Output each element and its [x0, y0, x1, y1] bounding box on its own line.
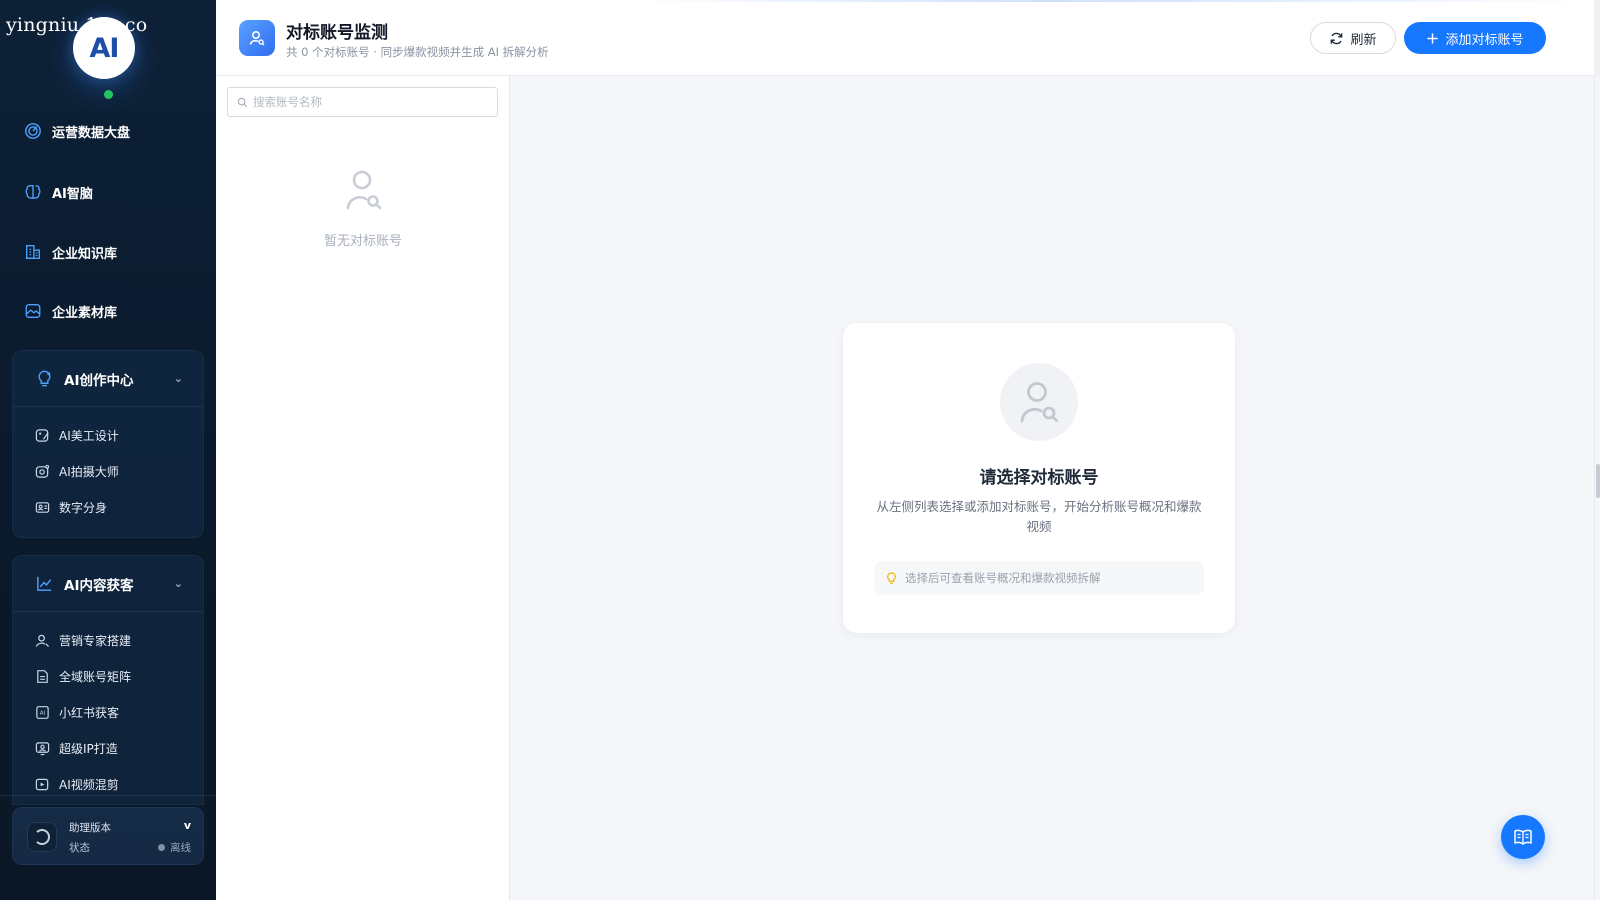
nav-label: 运营数据大盘	[52, 125, 131, 141]
header-scrollbar	[1594, 0, 1600, 76]
image-icon	[25, 304, 41, 318]
sidebar-item-label: AI视频混剪	[59, 777, 119, 792]
scrollbar-thumb[interactable]	[1596, 464, 1600, 498]
xiaohongshu-icon: AI	[36, 705, 49, 719]
bulb-icon	[38, 370, 51, 387]
nav-label: 企业知识库	[52, 246, 118, 262]
trend-chart-icon	[37, 576, 52, 591]
empty-state-card: 请选择对标账号 从左侧列表选择或添加对标账号，开始分析账号概况和爆款视频 选择后…	[843, 323, 1235, 633]
nav-group-ai-creation: AI创作中心 ⌄ AI美工设计 AI拍摄大师 数字分身	[12, 350, 204, 538]
empty-avatar	[1000, 363, 1078, 441]
version-card[interactable]: 助理版本 状态 v 离线	[12, 807, 204, 865]
version-label: 助理版本	[69, 822, 111, 834]
refresh-icon	[1331, 32, 1343, 44]
video-icon	[35, 778, 49, 790]
nav-item-knowledge-base[interactable]: 企业知识库	[24, 240, 117, 264]
sidebar-item-super-ip[interactable]: 超级IP打造	[13, 730, 203, 766]
sidebar-item-digital-avatar[interactable]: 数字分身	[13, 489, 203, 525]
account-monitor-icon	[239, 20, 275, 56]
search-input[interactable]	[253, 95, 483, 109]
logo-text: AI	[89, 32, 120, 64]
palette-icon	[35, 428, 49, 442]
sidebar-item-ai-design[interactable]: AI美工设计	[13, 417, 203, 453]
sidebar-item-ai-video-edit[interactable]: AI视频混剪	[13, 766, 203, 802]
sidebar-item-label: 超级IP打造	[59, 741, 118, 756]
sidebar-item-label: 数字分身	[59, 500, 108, 515]
nav-item-material-library[interactable]: 企业素材库	[24, 299, 117, 323]
sidebar-item-label: 全域账号矩阵	[59, 669, 132, 684]
sidebar-item-marketing-expert[interactable]: 营销专家搭建	[13, 622, 203, 658]
tip-banner: 选择后可查看账号概况和爆款视频拆解	[874, 561, 1204, 595]
search-box[interactable]	[227, 87, 498, 117]
chevron-down-icon[interactable]: ⌄	[174, 372, 183, 385]
sidebar-item-account-matrix[interactable]: 全域账号矩阵	[13, 658, 203, 694]
sidebar-item-ai-photo[interactable]: AI拍摄大师	[13, 453, 203, 489]
svg-text:AI: AI	[40, 710, 46, 716]
loading-spinner-icon	[27, 822, 57, 852]
nav-group-title: AI创作中心	[64, 372, 134, 389]
top-accent-line	[216, 0, 1600, 2]
sidebar-item-label: AI美工设计	[59, 428, 119, 443]
status-label: 状态	[69, 842, 90, 854]
user-search-icon	[1020, 382, 1058, 423]
lightbulb-icon	[887, 571, 896, 584]
version-value: v	[183, 819, 191, 832]
page-subtitle: 共 0 个对标账号 · 同步爆款视频并生成 AI 拆解分析	[286, 45, 549, 59]
add-account-label: 添加对标账号	[1445, 32, 1524, 48]
sidebar-divider	[0, 795, 216, 796]
camera-icon	[35, 464, 50, 478]
sidebar-item-label: AI拍摄大师	[59, 464, 119, 479]
ip-icon	[35, 741, 50, 755]
main-content: 请选择对标账号 从左侧列表选择或添加对标账号，开始分析账号概况和爆款视频 选择后…	[511, 76, 1594, 900]
add-account-button[interactable]: 添加对标账号	[1404, 22, 1546, 54]
nav-group-header-ai-content[interactable]: AI内容获客 ⌄	[13, 556, 203, 612]
document-icon	[37, 669, 48, 683]
digital-avatar-icon	[35, 501, 50, 513]
tip-text: 选择后可查看账号概况和爆款视频拆解	[905, 571, 1101, 585]
brain-icon	[25, 185, 41, 200]
online-status-dot	[104, 90, 113, 99]
empty-state-title: 请选择对标账号	[979, 468, 1099, 488]
sidebar-item-label: 小红书获客	[59, 705, 120, 720]
book-icon	[1514, 829, 1532, 845]
nav-group-title: AI内容获客	[64, 577, 134, 594]
expert-icon	[35, 634, 50, 647]
nav-group-ai-content: AI内容获客 ⌄ 营销专家搭建 全域账号矩阵 AI 小红书获客 超级IP打造 A…	[12, 555, 204, 805]
main-scrollbar[interactable]	[1594, 76, 1600, 900]
account-list-panel: 暂无对标账号	[216, 76, 510, 900]
status-badge: 离线	[158, 840, 191, 855]
search-icon	[237, 97, 248, 107]
refresh-label: 刷新	[1350, 32, 1377, 48]
watermark-text: yingniu.10v.co	[6, 14, 148, 36]
nav-item-dashboard[interactable]: 运营数据大盘	[24, 119, 130, 143]
nav-item-ai-brain[interactable]: AI智脑	[24, 180, 93, 204]
nav-label: AI智脑	[52, 186, 93, 202]
list-empty-text: 暂无对标账号	[323, 234, 402, 249]
sidebar: yingniu.10v.co AI 运营数据大盘 AI智脑 企业知识库 企业素材…	[0, 0, 216, 900]
sidebar-item-xiaohongshu[interactable]: AI 小红书获客	[13, 694, 203, 730]
status-dot	[158, 844, 165, 851]
building-icon	[25, 245, 40, 259]
refresh-button[interactable]: 刷新	[1310, 22, 1396, 54]
empty-state-description: 从左侧列表选择或添加对标账号，开始分析账号概况和爆款视频	[876, 499, 1202, 534]
page-header: 对标账号监测 共 0 个对标账号 · 同步爆款视频并生成 AI 拆解分析 刷新 …	[216, 0, 1600, 76]
plus-icon	[1427, 32, 1439, 44]
help-docs-button[interactable]	[1501, 815, 1545, 859]
status-value: 离线	[170, 842, 191, 854]
empty-user-search-icon	[346, 170, 382, 210]
nav-group-header-ai-creation[interactable]: AI创作中心 ⌄	[13, 351, 203, 407]
chevron-down-icon[interactable]: ⌄	[174, 577, 183, 590]
page-title: 对标账号监测	[286, 23, 388, 43]
dashboard-icon	[25, 123, 41, 139]
sidebar-item-label: 营销专家搭建	[59, 633, 132, 648]
nav-label: 企业素材库	[52, 305, 118, 321]
